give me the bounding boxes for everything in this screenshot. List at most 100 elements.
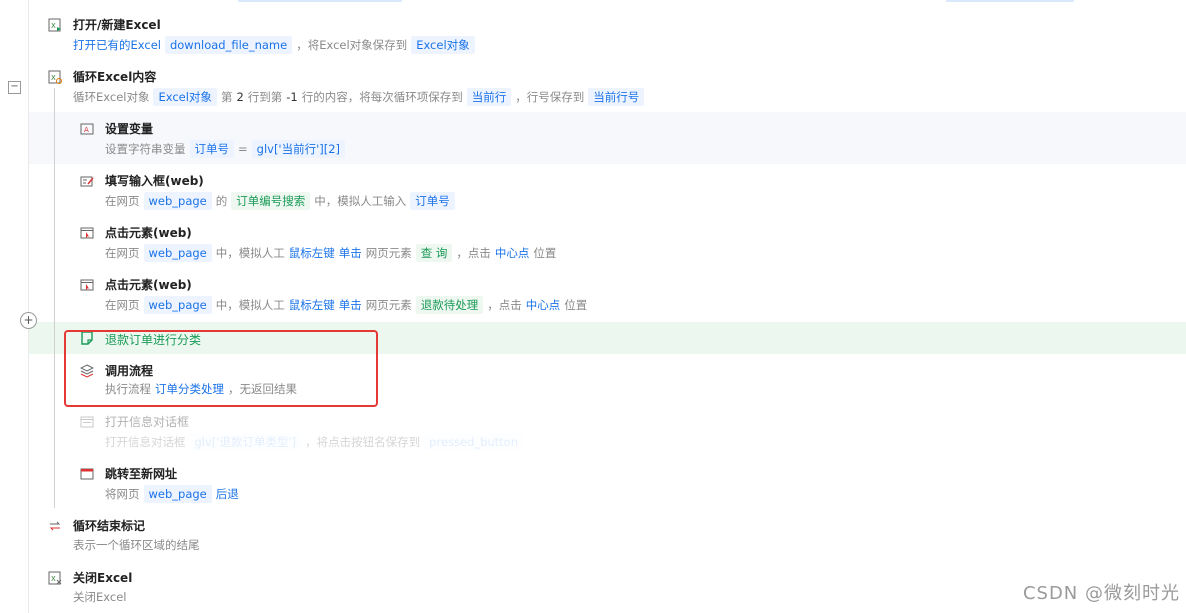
- variable-tag[interactable]: download_file_name: [164, 36, 293, 54]
- excel-open-icon: X: [48, 18, 62, 32]
- desc-text: 循环Excel对象: [73, 90, 150, 104]
- element-tag[interactable]: 查 询: [415, 244, 453, 262]
- click-element-icon: [80, 226, 94, 240]
- loop-end-icon: [48, 519, 62, 533]
- desc-text: 关闭Excel: [73, 590, 127, 604]
- desc-text: 中，模拟人工: [215, 246, 285, 260]
- variable-tag[interactable]: 订单号: [189, 140, 234, 158]
- desc-text: 的: [215, 194, 228, 208]
- step-desc: 循环Excel对象 Excel对象第 2 行到第 -1 行的内容，将每次循环项保存到 当前行…: [73, 88, 648, 106]
- svg-text:X: X: [51, 22, 56, 30]
- step-title: 循环结束标记: [73, 519, 146, 533]
- step-desc: 打开信息对话框 glv['退款订单类型'] ，将点击按钮名保存到 pressed_bu…: [105, 433, 527, 451]
- svg-text:A: A: [84, 126, 89, 134]
- desc-text: ，将Excel对象保存到: [296, 38, 408, 52]
- desc-text: 设置字符串变量: [105, 142, 186, 156]
- desc-text: 打开信息对话框: [105, 435, 186, 449]
- step-desc: 打开已有的Excel download_file_name ，将Excel对象保存到…: [73, 36, 479, 54]
- dialog-icon: [80, 415, 94, 429]
- desc-text: ，行号保存到: [515, 90, 585, 104]
- desc-text: 第: [220, 90, 233, 104]
- step-title: 填写输入框(web): [105, 174, 204, 188]
- step-title: 跳转至新网址: [105, 467, 178, 481]
- svg-text:X: X: [51, 74, 56, 82]
- highlight-box: [64, 330, 378, 407]
- variable-tag[interactable]: glv['退款订单类型']: [189, 433, 302, 451]
- option-link[interactable]: 中心点: [495, 245, 530, 261]
- desc-text: 在网页: [105, 298, 140, 312]
- desc-text: 行的内容，将每次循环项保存到: [301, 90, 463, 104]
- element-tag[interactable]: 退款待处理: [415, 296, 484, 314]
- step-fill-input[interactable]: 填写输入框(web) 在网页 web_page 的订单编号搜索 中，模拟人工输入 订单号: [0, 170, 1186, 214]
- option-link[interactable]: 鼠标左键: [289, 245, 335, 261]
- step-desc: 设置字符串变量 订单号 = glv['当前行'][2]: [105, 140, 349, 158]
- step-title: 打开/新建Excel: [73, 18, 161, 32]
- variable-tag[interactable]: 当前行号: [588, 88, 645, 106]
- desc-text: 网页元素: [365, 246, 412, 260]
- desc-text: 将网页: [105, 487, 140, 501]
- option-link[interactable]: 后退: [216, 486, 239, 502]
- variable-tag[interactable]: web_page: [143, 244, 212, 262]
- desc-text: ，点击: [487, 298, 522, 312]
- desc-text: 行到第: [247, 90, 283, 104]
- desc-text: 表示一个循环区域的结尾: [73, 538, 200, 552]
- step-title: 循环Excel内容: [73, 70, 157, 84]
- step-desc: 将网页 web_page 后退: [105, 485, 243, 503]
- step-title: 点击元素(web): [105, 226, 192, 240]
- element-tag[interactable]: 订单编号搜索: [231, 192, 311, 210]
- desc-text: 位置: [564, 298, 588, 312]
- excel-close-icon: X: [48, 571, 62, 585]
- step-title: 设置变量: [105, 122, 154, 136]
- desc-text: ，点击: [456, 246, 491, 260]
- step-click-element[interactable]: 点击元素(web) 在网页 web_page 中，模拟人工 鼠标左键 单击 网页元素查 询…: [0, 222, 1186, 266]
- option-link[interactable]: 打开已有的Excel: [73, 37, 161, 53]
- variable-tag[interactable]: Excel对象: [153, 88, 217, 106]
- watermark: CSDN @微刻时光: [1022, 583, 1180, 604]
- step-click-element[interactable]: 点击元素(web) 在网页 web_page 中，模拟人工 鼠标左键 单击 网页元素 退款待…: [0, 274, 1186, 318]
- desc-text: 位置: [533, 246, 557, 260]
- option-link[interactable]: 单击: [339, 245, 362, 261]
- excel-loop-icon: X: [48, 70, 62, 84]
- variable-tag[interactable]: 当前行: [466, 88, 512, 106]
- step-navigate[interactable]: 跳转至新网址 将网页 web_page 后退: [0, 463, 1186, 507]
- option-link[interactable]: 中心点: [526, 297, 561, 313]
- option-link[interactable]: 单击: [339, 297, 362, 313]
- step-message-dialog-disabled[interactable]: 打开信息对话框 打开信息对话框 glv['退款订单类型'] ，将点击按钮名保存到 pr…: [0, 411, 1186, 455]
- desc-text: 中，模拟人工: [215, 298, 285, 312]
- step-desc: 在网页 web_page 中，模拟人工 鼠标左键 单击 网页元素 退款待处理 ，点击 中心点 位置: [105, 296, 591, 314]
- variable-tag[interactable]: pressed_button: [424, 433, 523, 451]
- option-link[interactable]: 鼠标左键: [289, 297, 335, 313]
- step-loop-excel[interactable]: X 循环Excel内容 循环Excel对象 Excel对象第 2 行到第 -1 行的内容，…: [0, 66, 1186, 110]
- desc-text: 网页元素: [365, 298, 412, 312]
- variable-tag[interactable]: Excel对象: [411, 36, 475, 54]
- top-scroll-fragment: [238, 0, 402, 2]
- step-open-excel[interactable]: X 打开/新建Excel 打开已有的Excel download_file_nam…: [0, 14, 1186, 58]
- step-title: 打开信息对话框: [105, 415, 190, 429]
- step-title: 点击元素(web): [105, 278, 192, 292]
- step-title: 关闭Excel: [73, 571, 133, 585]
- desc-text: 中，模拟人工输入: [314, 194, 407, 208]
- browser-navigate-icon: [80, 467, 94, 481]
- step-set-variable[interactable]: A 设置变量 设置字符串变量 订单号 = glv['当前行'][2]: [0, 118, 1186, 162]
- svg-text:X: X: [51, 575, 56, 583]
- desc-text: 在网页: [105, 194, 140, 208]
- step-loop-end[interactable]: 循环结束标记 表示一个循环区域的结尾: [0, 515, 1186, 559]
- click-element-icon: [80, 278, 94, 292]
- number-value: -1: [286, 90, 298, 104]
- desc-text: 在网页: [105, 246, 140, 260]
- edit-input-icon: [80, 174, 94, 188]
- variable-tag[interactable]: web_page: [143, 192, 212, 210]
- variable-tag[interactable]: web_page: [143, 485, 212, 503]
- step-desc: 在网页 web_page 中，模拟人工 鼠标左键 单击 网页元素查 询，点击 中心点 位置: [105, 244, 560, 262]
- step-desc: 在网页 web_page 的订单编号搜索 中，模拟人工输入 订单号: [105, 192, 459, 210]
- variable-tag[interactable]: glv['当前行'][2]: [251, 140, 346, 158]
- number-value: 2: [236, 90, 244, 104]
- step-close-excel[interactable]: X 关闭Excel 关闭Excel: [0, 567, 1186, 611]
- step-desc: 表示一个循环区域的结尾: [73, 537, 204, 553]
- variable-tag[interactable]: 订单号: [410, 192, 455, 210]
- desc-text: ，将点击按钮名保存到: [305, 435, 421, 449]
- top-scroll-fragment: [946, 0, 1074, 2]
- variable-tag[interactable]: web_page: [143, 296, 212, 314]
- step-desc: 关闭Excel: [73, 589, 130, 605]
- variable-icon: A: [80, 122, 94, 136]
